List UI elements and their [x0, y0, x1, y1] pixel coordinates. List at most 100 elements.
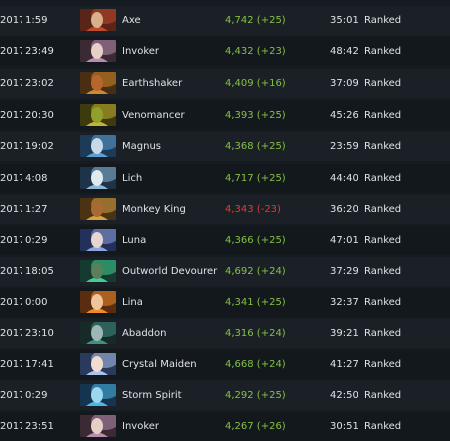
game-mode: Ranked: [364, 110, 402, 121]
match-row[interactable]: 201723:10 Abaddon 4,316 (+24) 39:21 Ranked: [0, 319, 450, 348]
match-duration: 37:29: [330, 266, 358, 277]
match-date-year: 2017: [0, 141, 22, 152]
match-row[interactable]: 201720:30 Venomancer 4,393 (+25) 45:26 Ranke…: [0, 101, 450, 130]
match-time: 17:41: [25, 359, 54, 370]
match-time: 0:00: [25, 297, 48, 308]
game-mode: Ranked: [364, 46, 402, 57]
match-duration: 44:40: [330, 173, 358, 184]
match-row[interactable]: 20170:29 Luna 4,366 (+25) 47:01 Ranked: [0, 226, 450, 255]
match-row[interactable]: 20171:27 Monkey King 4,343 (-23) 36:20 Ranke…: [0, 195, 450, 224]
match-row[interactable]: 20171:59 Axe 4,742 (+25) 35:01 Ranked: [0, 6, 450, 35]
hero-name[interactable]: Luna: [122, 226, 218, 255]
hero-portrait-icon[interactable]: [80, 322, 116, 344]
hero-name[interactable]: Abaddon: [122, 319, 218, 348]
match-time: 23:02: [25, 78, 54, 89]
hero-portrait-icon[interactable]: [80, 9, 116, 31]
game-mode: Ranked: [364, 328, 402, 339]
game-mode: Ranked: [364, 173, 402, 184]
match-time: 1:27: [25, 204, 48, 215]
game-mode: Ranked: [364, 421, 402, 432]
mmr-change: 4,267 (+26): [225, 421, 286, 432]
match-date-year: 2017: [0, 204, 22, 215]
mmr-change: 4,742 (+25): [225, 15, 286, 26]
match-row[interactable]: 201723:51 Invoker 4,267 (+26) 30:51 Ranked: [0, 412, 450, 441]
hero-name[interactable]: Venomancer: [122, 101, 218, 130]
hero-portrait-icon[interactable]: [80, 291, 116, 313]
hero-portrait-icon[interactable]: [80, 260, 116, 282]
mmr-change: 4,292 (+25): [225, 390, 286, 401]
match-date-year: 2017: [0, 46, 22, 57]
match-time: 23:51: [25, 421, 54, 432]
match-time: 19:02: [25, 141, 54, 152]
match-time: 23:10: [25, 328, 54, 339]
match-row[interactable]: 201718:05 Outworld Devourer 4,692 (+24) 37:…: [0, 257, 450, 286]
match-date-year: 2017: [0, 390, 22, 401]
match-time: 4:08: [25, 173, 48, 184]
match-duration: 41:27: [330, 359, 358, 370]
hero-portrait-icon[interactable]: [80, 198, 116, 220]
hero-name[interactable]: Axe: [122, 6, 218, 35]
mmr-change: 4,692 (+24): [225, 266, 286, 277]
game-mode: Ranked: [364, 359, 402, 370]
match-duration: 32:37: [330, 297, 358, 308]
match-duration: 35:01: [330, 15, 358, 26]
hero-name[interactable]: Earthshaker: [122, 69, 218, 98]
hero-name[interactable]: Invoker: [122, 412, 218, 441]
hero-name[interactable]: Storm Spirit: [122, 381, 218, 410]
mmr-change: 4,668 (+24): [225, 359, 286, 370]
match-duration: 37:09: [330, 78, 358, 89]
hero-name[interactable]: Lina: [122, 288, 218, 317]
hero-name[interactable]: Lich: [122, 164, 218, 193]
match-date-year: 2017: [0, 235, 22, 246]
mmr-change: 4,316 (+24): [225, 328, 286, 339]
hero-name[interactable]: Invoker: [122, 37, 218, 66]
match-history-list: 20171:59Axe4,742 (+25)35:01Ranked201723:…: [0, 0, 450, 441]
hero-name[interactable]: Monkey King: [122, 195, 218, 224]
match-duration: 30:51: [330, 421, 358, 432]
match-row[interactable]: 201723:49 Invoker 4,432 (+23) 48:42 Ranked: [0, 37, 450, 66]
game-mode: Ranked: [364, 78, 402, 89]
game-mode: Ranked: [364, 204, 402, 215]
hero-portrait-icon[interactable]: [80, 104, 116, 126]
match-date-year: 2017: [0, 173, 22, 184]
hero-portrait-icon[interactable]: [80, 167, 116, 189]
match-row[interactable]: 201717:41 Crystal Maiden 4,668 (+24) 41:27 R…: [0, 350, 450, 379]
match-duration: 23:59: [330, 141, 358, 152]
game-mode: Ranked: [364, 297, 402, 308]
match-duration: 36:20: [330, 204, 358, 215]
hero-portrait-icon[interactable]: [80, 229, 116, 251]
match-date-year: 2017: [0, 421, 22, 432]
match-time: 1:59: [25, 15, 48, 26]
hero-name[interactable]: Crystal Maiden: [122, 350, 218, 379]
match-duration: 42:50: [330, 390, 358, 401]
game-mode: Ranked: [364, 15, 402, 26]
match-time: 23:49: [25, 46, 54, 57]
match-row[interactable]: 201723:02 Earthshaker 4,409 (+16) 37:09 Rank…: [0, 69, 450, 98]
mmr-change: 4,393 (+25): [225, 110, 286, 121]
match-duration: 47:01: [330, 235, 358, 246]
hero-name[interactable]: Magnus: [122, 132, 218, 161]
hero-portrait-icon[interactable]: [80, 384, 116, 406]
game-mode: Ranked: [364, 141, 402, 152]
match-row[interactable]: 20170:29 Storm Spirit 4,292 (+25) 42:50 Rank…: [0, 381, 450, 410]
game-mode: Ranked: [364, 390, 402, 401]
match-date-year: 2017: [0, 110, 22, 121]
hero-portrait-icon[interactable]: [80, 135, 116, 157]
match-row[interactable]: 201719:02 Magnus 4,368 (+25) 23:59 Ranked: [0, 132, 450, 161]
hero-name[interactable]: Outworld Devourer: [122, 257, 218, 286]
match-date-year: 2017: [0, 328, 22, 339]
mmr-change: 4,343 (-23): [225, 204, 281, 215]
hero-portrait-icon[interactable]: [80, 40, 116, 62]
hero-portrait-icon[interactable]: [80, 353, 116, 375]
match-time: 18:05: [25, 266, 54, 277]
hero-portrait-icon[interactable]: [80, 415, 116, 437]
match-date-year: 2017: [0, 78, 22, 89]
match-duration: 39:21: [330, 328, 358, 339]
match-date-year: 2017: [0, 266, 22, 277]
mmr-change: 4,366 (+25): [225, 235, 286, 246]
match-date-year: 2017: [0, 297, 22, 308]
match-row[interactable]: 20174:08 Lich 4,717 (+25) 44:40 Ranked: [0, 164, 450, 193]
hero-portrait-icon[interactable]: [80, 72, 116, 94]
match-row[interactable]: 20170:00 Lina 4,341 (+25) 32:37 Ranked: [0, 288, 450, 317]
match-duration: 48:42: [330, 46, 358, 57]
